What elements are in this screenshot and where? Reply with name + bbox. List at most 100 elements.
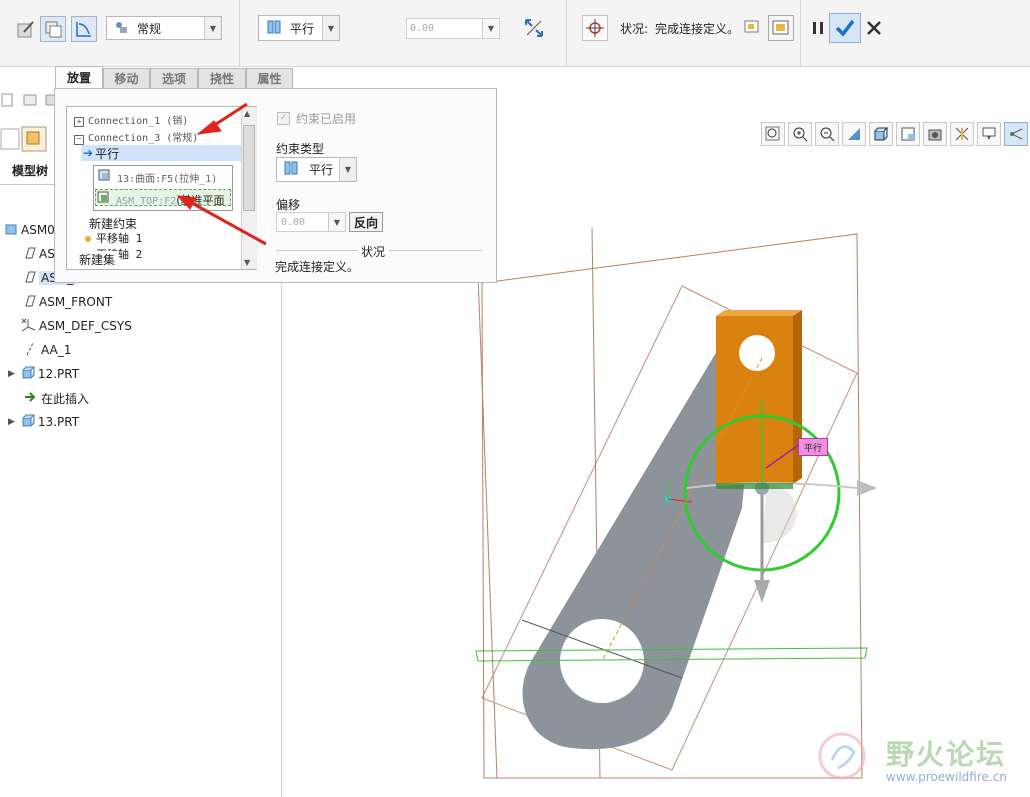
dragger-display-icon[interactable]	[1004, 122, 1028, 146]
tree-item-label: ASM_DEF_CSYS	[39, 319, 132, 333]
constraint-tag[interactable]: 平行	[798, 438, 828, 456]
checkbox-checked-icon[interactable]: ✓	[277, 112, 290, 125]
reference-2[interactable]: ASM_TOP:F2(基准平面	[95, 189, 231, 207]
copy-icon[interactable]	[40, 16, 66, 42]
panel-status-text: 完成连接定义。	[275, 260, 360, 274]
view-manager-icon[interactable]	[923, 122, 947, 146]
expand-icon[interactable]: ▶	[8, 417, 15, 427]
offset-input[interactable]: 0.00 ▼	[276, 212, 346, 232]
scroll-down-icon[interactable]: ▼	[244, 258, 250, 267]
tab-placement[interactable]: 放置	[55, 66, 103, 88]
datum-plane-icon	[22, 270, 36, 287]
tab-options[interactable]: 选项	[150, 68, 198, 88]
refit-icon[interactable]	[761, 122, 785, 146]
tree-connection-1[interactable]: + Connection_1 (销)	[74, 112, 188, 127]
offset-label: 偏移	[276, 198, 301, 212]
mode-combo-value: 常规	[137, 21, 162, 36]
reference-1[interactable]: 13:曲面:F5(拉伸_1)	[97, 168, 217, 185]
move-icon[interactable]	[582, 15, 608, 41]
new-set[interactable]: 新建集	[79, 251, 119, 268]
repaint-icon[interactable]	[842, 122, 866, 146]
check-icon[interactable]	[829, 13, 861, 43]
flip-icon[interactable]	[521, 15, 547, 41]
model-tree-title[interactable]: 模型树	[12, 162, 48, 179]
datum-axis-icon	[24, 342, 36, 359]
expand-icon[interactable]: ▶	[8, 369, 15, 379]
reference-2-code: ASM_TOP:F2	[116, 196, 177, 207]
display-style-icon[interactable]	[896, 122, 920, 146]
annotation-display-icon[interactable]	[977, 122, 1001, 146]
chevron-down-icon[interactable]: ▼	[328, 213, 345, 231]
constraint-type-label: 约束类型	[276, 142, 325, 156]
tree-item-insert-here[interactable]: 在此插入	[0, 388, 89, 408]
assembly-icon	[4, 222, 18, 239]
expand-icon[interactable]: +	[74, 117, 84, 127]
constraint-combo[interactable]: 平行 ▼	[258, 15, 340, 41]
tree-item-datum-front[interactable]: ASM_FRONT	[0, 292, 112, 312]
offset-combo-value: 0.00	[410, 23, 435, 34]
window-icon[interactable]	[741, 16, 763, 38]
part-icon	[21, 366, 36, 383]
constraint-tree[interactable]: + Connection_1 (销) − Connection_3 (常规) ➔ 平…	[66, 106, 257, 270]
tree-item-part-12[interactable]: ▶ 12.PRT	[0, 364, 79, 384]
zoom-out-icon[interactable]	[815, 122, 839, 146]
pause-icon[interactable]	[805, 15, 831, 41]
chevron-down-icon[interactable]: ▼	[322, 16, 339, 40]
zoom-in-icon[interactable]	[788, 122, 812, 146]
saved-orientations-icon[interactable]	[869, 122, 893, 146]
chevron-down-icon[interactable]: ▼	[482, 19, 499, 38]
constraint-combo-value: 平行	[290, 21, 315, 36]
datum-plane-icon	[22, 246, 36, 263]
scroll-up-icon[interactable]: ▲	[244, 109, 250, 118]
offset-combo[interactable]: 0.00 ▼	[406, 18, 500, 39]
status-label: 状况:	[620, 22, 649, 36]
constraint-type-combo[interactable]: 平行 ▼	[276, 157, 357, 182]
datum-plane-icon	[22, 294, 36, 311]
file-toolbar	[0, 92, 60, 108]
constraint-enabled-label: 约束已启用	[296, 112, 357, 126]
offset-value: 0.00	[281, 216, 306, 228]
sketch-icon[interactable]	[71, 16, 97, 42]
chevron-down-icon[interactable]: ▼	[204, 17, 221, 39]
watermark-url: www.proewildfire.cn	[886, 770, 1007, 784]
assembly-icon	[113, 19, 131, 38]
tree-scrollbar[interactable]: ▲ ▼	[241, 107, 257, 269]
datum-plane-icon	[96, 191, 110, 207]
bullet-icon	[85, 236, 91, 242]
collapse-icon[interactable]: −	[74, 135, 84, 145]
watermark-name: 野火论坛	[886, 738, 1007, 771]
tree-item-csys[interactable]: ASM_DEF_CSYS	[0, 316, 132, 336]
tree-view-buttons[interactable]	[0, 126, 52, 152]
tree-constraint-parallel[interactable]: ➔ 平行	[81, 145, 241, 161]
constraint-enabled[interactable]: ✓ 约束已启用	[277, 110, 356, 127]
preview-window-icon[interactable]	[768, 15, 794, 41]
scrollbar-thumb[interactable]	[243, 125, 255, 211]
tab-flexibility[interactable]: 挠性	[198, 68, 246, 88]
chevron-down-icon[interactable]: ▼	[339, 158, 356, 181]
close-icon[interactable]	[861, 15, 887, 41]
translation-axis-1-label: 平移轴 1	[96, 232, 143, 245]
view-toolbar	[758, 120, 1030, 148]
constraint-label: 平行	[95, 146, 120, 161]
translation-axis-1[interactable]: 平移轴 1	[85, 230, 142, 246]
connection-dashboard: 常规 ▼ 平行 ▼ 0.00 ▼ 状况: 完成连接定义。	[0, 0, 1030, 67]
arrow-right-icon	[24, 391, 36, 406]
tree-connection-3[interactable]: − Connection_3 (常规)	[74, 129, 198, 145]
tab-move[interactable]: 移动	[103, 68, 150, 88]
flip-button[interactable]: 反向	[349, 212, 383, 232]
mode-combo[interactable]: 常规 ▼	[106, 16, 222, 40]
user-defined-icon[interactable]	[13, 16, 39, 42]
parallel-icon	[266, 19, 282, 38]
tree-item-label: ASM_FRONT	[39, 295, 113, 309]
tree-item-label: ASM0	[21, 223, 55, 237]
tree-item-label: 12.PRT	[37, 367, 80, 381]
arrow-right-icon: ➔	[83, 146, 94, 160]
tab-properties[interactable]: 属性	[246, 68, 293, 88]
tree-item-part-13[interactable]: ▶ 13.PRT	[0, 412, 79, 432]
datum-display-icon[interactable]	[950, 122, 974, 146]
parallel-icon	[283, 160, 299, 179]
tree-item-axis[interactable]: AA_1	[0, 340, 71, 360]
tree-item-assembly[interactable]: ASM0	[0, 220, 55, 240]
tree-item-label: 在此插入	[41, 391, 90, 406]
part-icon	[21, 414, 36, 431]
